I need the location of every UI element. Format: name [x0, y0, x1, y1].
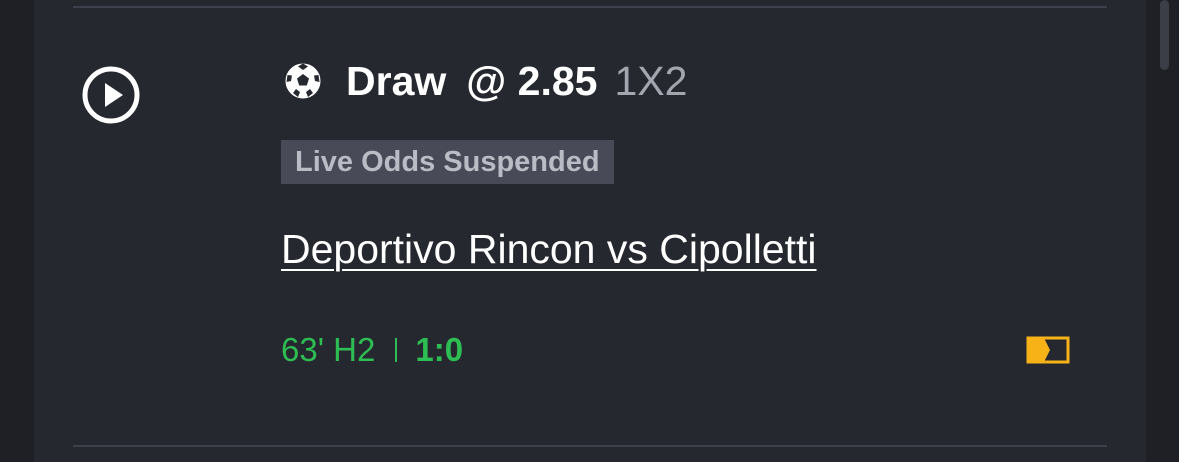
selection-label: Draw — [346, 57, 447, 104]
match-clock: 63' H2 — [281, 331, 376, 368]
match-status: 63' H2 1:0 — [281, 330, 463, 370]
live-stream-flag-icon[interactable] — [1026, 336, 1070, 364]
bet-title-row: Draw @ 2.85 1X2 — [282, 58, 687, 104]
market-name: 1X2 — [614, 57, 688, 104]
bottom-divider — [73, 445, 1107, 447]
status-badge: Live Odds Suspended — [281, 140, 614, 184]
play-circle-icon — [82, 66, 140, 124]
soccer-ball-icon — [282, 60, 324, 102]
status-separator — [395, 338, 398, 362]
odds-value: @ 2.85 — [466, 57, 598, 104]
match-score: 1:0 — [415, 331, 464, 368]
top-divider — [73, 6, 1107, 8]
scrollbar-thumb[interactable] — [1160, 0, 1169, 70]
play-button[interactable] — [81, 65, 141, 125]
match-link[interactable]: Deportivo Rincon vs Cipolletti — [281, 226, 817, 273]
